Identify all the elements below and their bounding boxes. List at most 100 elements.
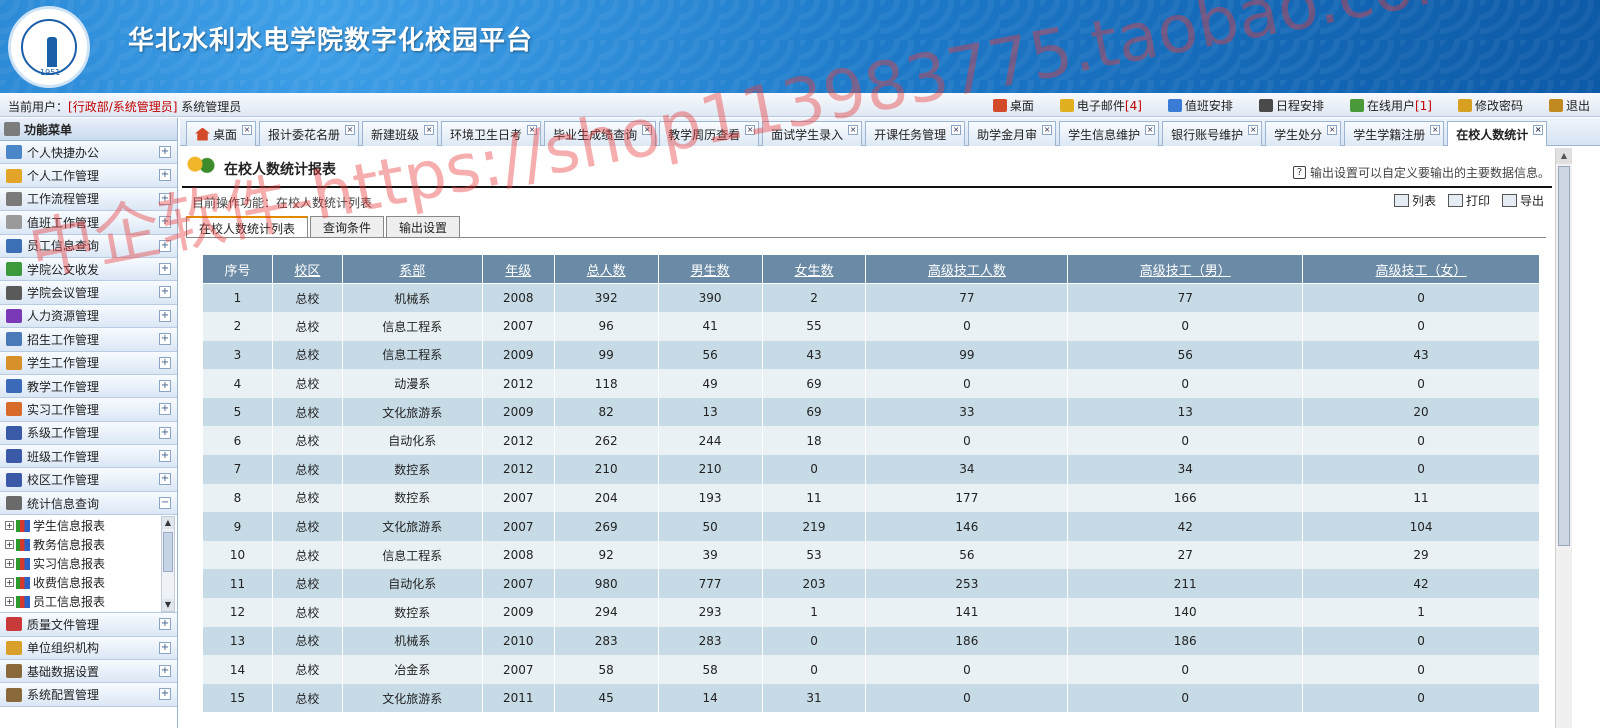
table-row[interactable]: 11 总校 自动化系 2007 980 777 203 253 211 42	[202, 569, 1540, 599]
sidebar-item[interactable]: 班级工作管理 +	[0, 445, 177, 469]
subtab-query[interactable]: 查询条件	[310, 216, 385, 238]
table-row[interactable]: 13 总校 机械系 2010 283 283 0 186 186 0	[202, 626, 1540, 656]
sidebar-item[interactable]: 实习工作管理 +	[0, 398, 177, 422]
subtab-output[interactable]: 输出设置	[386, 216, 461, 238]
sidebar-item[interactable]: 招生工作管理 +	[0, 328, 177, 352]
tab-item[interactable]: 学生信息维护 ×	[1059, 121, 1160, 146]
expand-icon[interactable]: +	[159, 333, 171, 346]
close-icon[interactable]: ×	[1430, 125, 1441, 135]
sidebar-item[interactable]: 基础数据设置 +	[0, 660, 177, 684]
table-row[interactable]: 14 总校 冶金系 2007 58 58 0 0 0 0	[202, 655, 1540, 684]
table-row[interactable]: 1 总校 机械系 2008 392 390 2 77 77 0	[202, 283, 1540, 313]
tab-item[interactable]: 教学周历查看 ×	[659, 121, 760, 146]
close-icon[interactable]: ×	[1145, 125, 1156, 135]
expand-icon[interactable]: +	[159, 192, 171, 205]
close-icon[interactable]: ×	[642, 125, 653, 135]
table-row[interactable]: 7 总校 数控系 2012 210 210 0 34 34 0	[202, 455, 1540, 484]
table-row[interactable]: 12 总校 数控系 2009 294 293 1 141 140 1	[202, 598, 1540, 627]
column-header[interactable]: 高级技工人数	[865, 254, 1069, 284]
sidebar-item[interactable]: 值班工作管理 +	[0, 211, 177, 235]
close-icon[interactable]: ×	[424, 125, 435, 135]
expand-icon[interactable]: +	[159, 169, 171, 182]
list-button[interactable]: 列表	[1393, 192, 1436, 209]
tab-item[interactable]: 银行账号维护 ×	[1162, 121, 1263, 146]
sidebar-item[interactable]: 学院公文收发 +	[0, 257, 177, 282]
expand-icon[interactable]: +	[159, 216, 171, 229]
table-row[interactable]: 4 总校 动漫系 2012 118 49 69 0 0 0	[202, 369, 1540, 398]
column-header[interactable]: 高级技工（男）	[1067, 254, 1304, 284]
submenu-item[interactable]: + 实习信息报表	[0, 554, 177, 573]
close-icon[interactable]: ×	[242, 125, 253, 135]
close-icon[interactable]: ×	[745, 125, 756, 135]
tree-expand-icon[interactable]: +	[5, 540, 14, 550]
close-icon[interactable]: ×	[1042, 125, 1053, 135]
tree-expand-icon[interactable]: +	[5, 559, 14, 569]
table-row[interactable]: 10 总校 信息工程系 2008 92 39 53 56 27 29	[202, 540, 1540, 570]
sidebar-item[interactable]: 校区工作管理 +	[0, 468, 177, 492]
expand-icon[interactable]: +	[159, 688, 171, 701]
tab-item[interactable]: 桌面 ×	[186, 121, 257, 146]
sidebar-item[interactable]: 系级工作管理 +	[0, 421, 177, 446]
topnav-duty[interactable]: 值班安排	[1167, 97, 1233, 114]
sidebar-item[interactable]: 员工信息查询 +	[0, 234, 177, 258]
tab-item[interactable]: 新建班级 ×	[362, 121, 439, 146]
topnav-exit[interactable]: 退出	[1548, 97, 1590, 114]
sidebar-item[interactable]: 学生工作管理 +	[0, 351, 177, 375]
expand-icon[interactable]: +	[159, 426, 171, 439]
scroll-thumb[interactable]	[163, 532, 173, 573]
tree-expand-icon[interactable]: +	[5, 597, 14, 607]
scroll-up-icon[interactable]: ▲	[162, 517, 174, 530]
tab-item[interactable]: 报计委花名册 ×	[259, 121, 360, 146]
table-row[interactable]: 15 总校 文化旅游系 2011 45 14 31 0 0 0	[202, 683, 1540, 713]
tab-item[interactable]: 助学金月审 ×	[968, 121, 1057, 146]
tab-item[interactable]: 环境卫生日考 ×	[441, 121, 542, 146]
tree-expand-icon[interactable]: +	[5, 521, 14, 531]
close-icon[interactable]: ×	[1533, 125, 1544, 135]
column-header[interactable]: 年级	[481, 254, 555, 284]
table-row[interactable]: 9 总校 文化旅游系 2007 269 50 219 146 42 104	[202, 512, 1540, 541]
expand-icon[interactable]: −	[159, 496, 171, 509]
table-row[interactable]: 2 总校 信息工程系 2007 96 41 55 0 0 0	[202, 312, 1540, 341]
close-icon[interactable]: ×	[345, 125, 356, 135]
print-button[interactable]: 打印	[1447, 192, 1490, 209]
topnav-password[interactable]: 修改密码	[1457, 97, 1523, 114]
expand-icon[interactable]: +	[159, 618, 171, 631]
tab-item[interactable]: 毕业生成绩查询 ×	[544, 121, 657, 146]
submenu-item[interactable]: + 员工信息报表	[0, 592, 177, 611]
column-header[interactable]: 系部	[341, 254, 483, 284]
tab-item[interactable]: 面试学生录入 ×	[762, 121, 863, 146]
sidebar-item[interactable]: 工作流程管理 +	[0, 187, 177, 212]
expand-icon[interactable]: +	[159, 239, 171, 252]
close-icon[interactable]: ×	[1248, 125, 1259, 135]
column-header[interactable]: 总人数	[553, 254, 659, 284]
column-header[interactable]: 高级技工（女）	[1302, 254, 1540, 284]
close-icon[interactable]: ×	[527, 125, 538, 135]
sidebar-item[interactable]: 系统配置管理 +	[0, 683, 177, 707]
expand-icon[interactable]: +	[159, 641, 171, 654]
expand-icon[interactable]: +	[159, 379, 171, 392]
expand-icon[interactable]: +	[159, 450, 171, 463]
sidebar-item[interactable]: 统计信息查询 −	[0, 491, 177, 516]
submenu-item[interactable]: + 学生信息报表	[0, 516, 177, 535]
expand-icon[interactable]: +	[159, 473, 171, 486]
table-row[interactable]: 8 总校 数控系 2007 204 193 11 177 166 11	[202, 483, 1540, 513]
expand-icon[interactable]: +	[159, 146, 171, 158]
close-icon[interactable]: ×	[951, 125, 962, 135]
export-button[interactable]: 导出	[1501, 192, 1544, 209]
sidebar-item[interactable]: 教学工作管理 +	[0, 374, 177, 399]
topnav-clock[interactable]: 日程安排	[1258, 97, 1324, 114]
column-header[interactable]: 女生数	[761, 254, 867, 284]
tree-expand-icon[interactable]: +	[5, 578, 14, 588]
expand-icon[interactable]: +	[159, 665, 171, 678]
expand-icon[interactable]: +	[159, 403, 171, 416]
tab-item[interactable]: 学生处分 ×	[1265, 121, 1342, 146]
close-icon[interactable]: ×	[848, 125, 859, 135]
submenu-item[interactable]: + 收费信息报表	[0, 573, 177, 592]
topnav-users[interactable]: 在线用户 [1]	[1349, 97, 1432, 114]
expand-icon[interactable]: +	[159, 309, 171, 322]
tab-item[interactable]: 学生学籍注册 ×	[1344, 121, 1445, 146]
expand-icon[interactable]: +	[159, 286, 171, 299]
column-header[interactable]: 男生数	[657, 254, 763, 284]
topnav-mail[interactable]: 电子邮件 [4]	[1059, 97, 1142, 114]
column-header[interactable]: 校区	[271, 254, 343, 284]
